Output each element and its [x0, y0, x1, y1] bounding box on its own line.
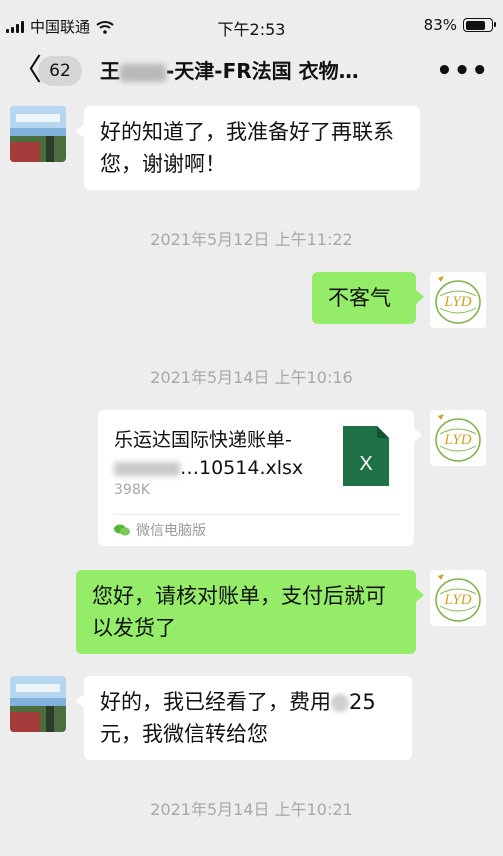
excel-file-icon: X	[343, 426, 389, 486]
svg-text:LYD: LYD	[443, 294, 471, 310]
back-button[interactable]: 〈	[12, 54, 42, 88]
message-text: 不客气	[328, 286, 391, 310]
battery-icon	[463, 18, 496, 32]
unread-badge[interactable]: 62	[38, 56, 82, 86]
message-text: 您好，请核对账单，支付后就可以发货了	[92, 584, 386, 640]
timestamp: 2021年5月14日 上午10:21	[150, 800, 353, 819]
message-text-part1: 好的，我已经看了，费用	[100, 690, 331, 714]
file-name-line1: 乐运达国际快递账单-	[114, 429, 292, 451]
file-message-card[interactable]: 乐运达国际快递账单- …10514.xlsx 398K X 微信电脑版	[98, 410, 422, 546]
redacted-filename	[114, 461, 180, 476]
file-source: 微信电脑版	[114, 520, 206, 540]
message-bubble-received[interactable]: 好的，我已经看了，费用 25元，我微信转给您	[76, 676, 412, 760]
file-divider	[114, 514, 400, 515]
status-bar: 中国联通 下午2:53 83%	[0, 0, 503, 46]
file-name: 乐运达国际快递账单- …10514.xlsx	[114, 426, 334, 482]
message-bubble-sent[interactable]: 您好，请核对账单，支付后就可以发货了	[76, 570, 424, 654]
timestamp: 2021年5月12日 上午11:22	[150, 230, 353, 249]
contact-avatar[interactable]	[10, 106, 66, 162]
file-source-label: 微信电脑版	[136, 523, 206, 539]
message-text: 好的知道了，我准备好了再联系您，谢谢啊！	[100, 120, 394, 176]
message-bubble-sent[interactable]: 不客气	[312, 272, 424, 324]
status-right: 83%	[423, 16, 496, 34]
my-avatar[interactable]: LYD	[430, 272, 486, 328]
redacted-name	[120, 63, 166, 82]
file-size: 398K	[114, 482, 150, 498]
svg-text:LYD: LYD	[443, 592, 471, 608]
more-options-button[interactable]: •••	[436, 56, 489, 86]
wechat-icon	[114, 524, 130, 536]
chat-title-suffix: -天津-FR法国 衣物…	[166, 59, 359, 83]
chat-title-prefix: 王	[100, 59, 120, 83]
contact-avatar[interactable]	[10, 676, 66, 732]
my-avatar[interactable]: LYD	[430, 410, 486, 466]
chat-title: 王 -天津-FR法国 衣物…	[100, 56, 400, 86]
excel-file-label: X	[359, 453, 372, 475]
my-avatar[interactable]: LYD	[430, 570, 486, 626]
battery-percent: 83%	[423, 16, 457, 34]
chat-header: 〈 62 王 -天津-FR法国 衣物… •••	[0, 46, 503, 96]
file-name-line2: …10514.xlsx	[180, 457, 304, 479]
redacted-amount	[331, 694, 349, 712]
svg-text:LYD: LYD	[443, 432, 471, 448]
message-bubble-received[interactable]: 好的知道了，我准备好了再联系您，谢谢啊！	[76, 106, 420, 190]
timestamp: 2021年5月14日 上午10:16	[150, 368, 353, 387]
